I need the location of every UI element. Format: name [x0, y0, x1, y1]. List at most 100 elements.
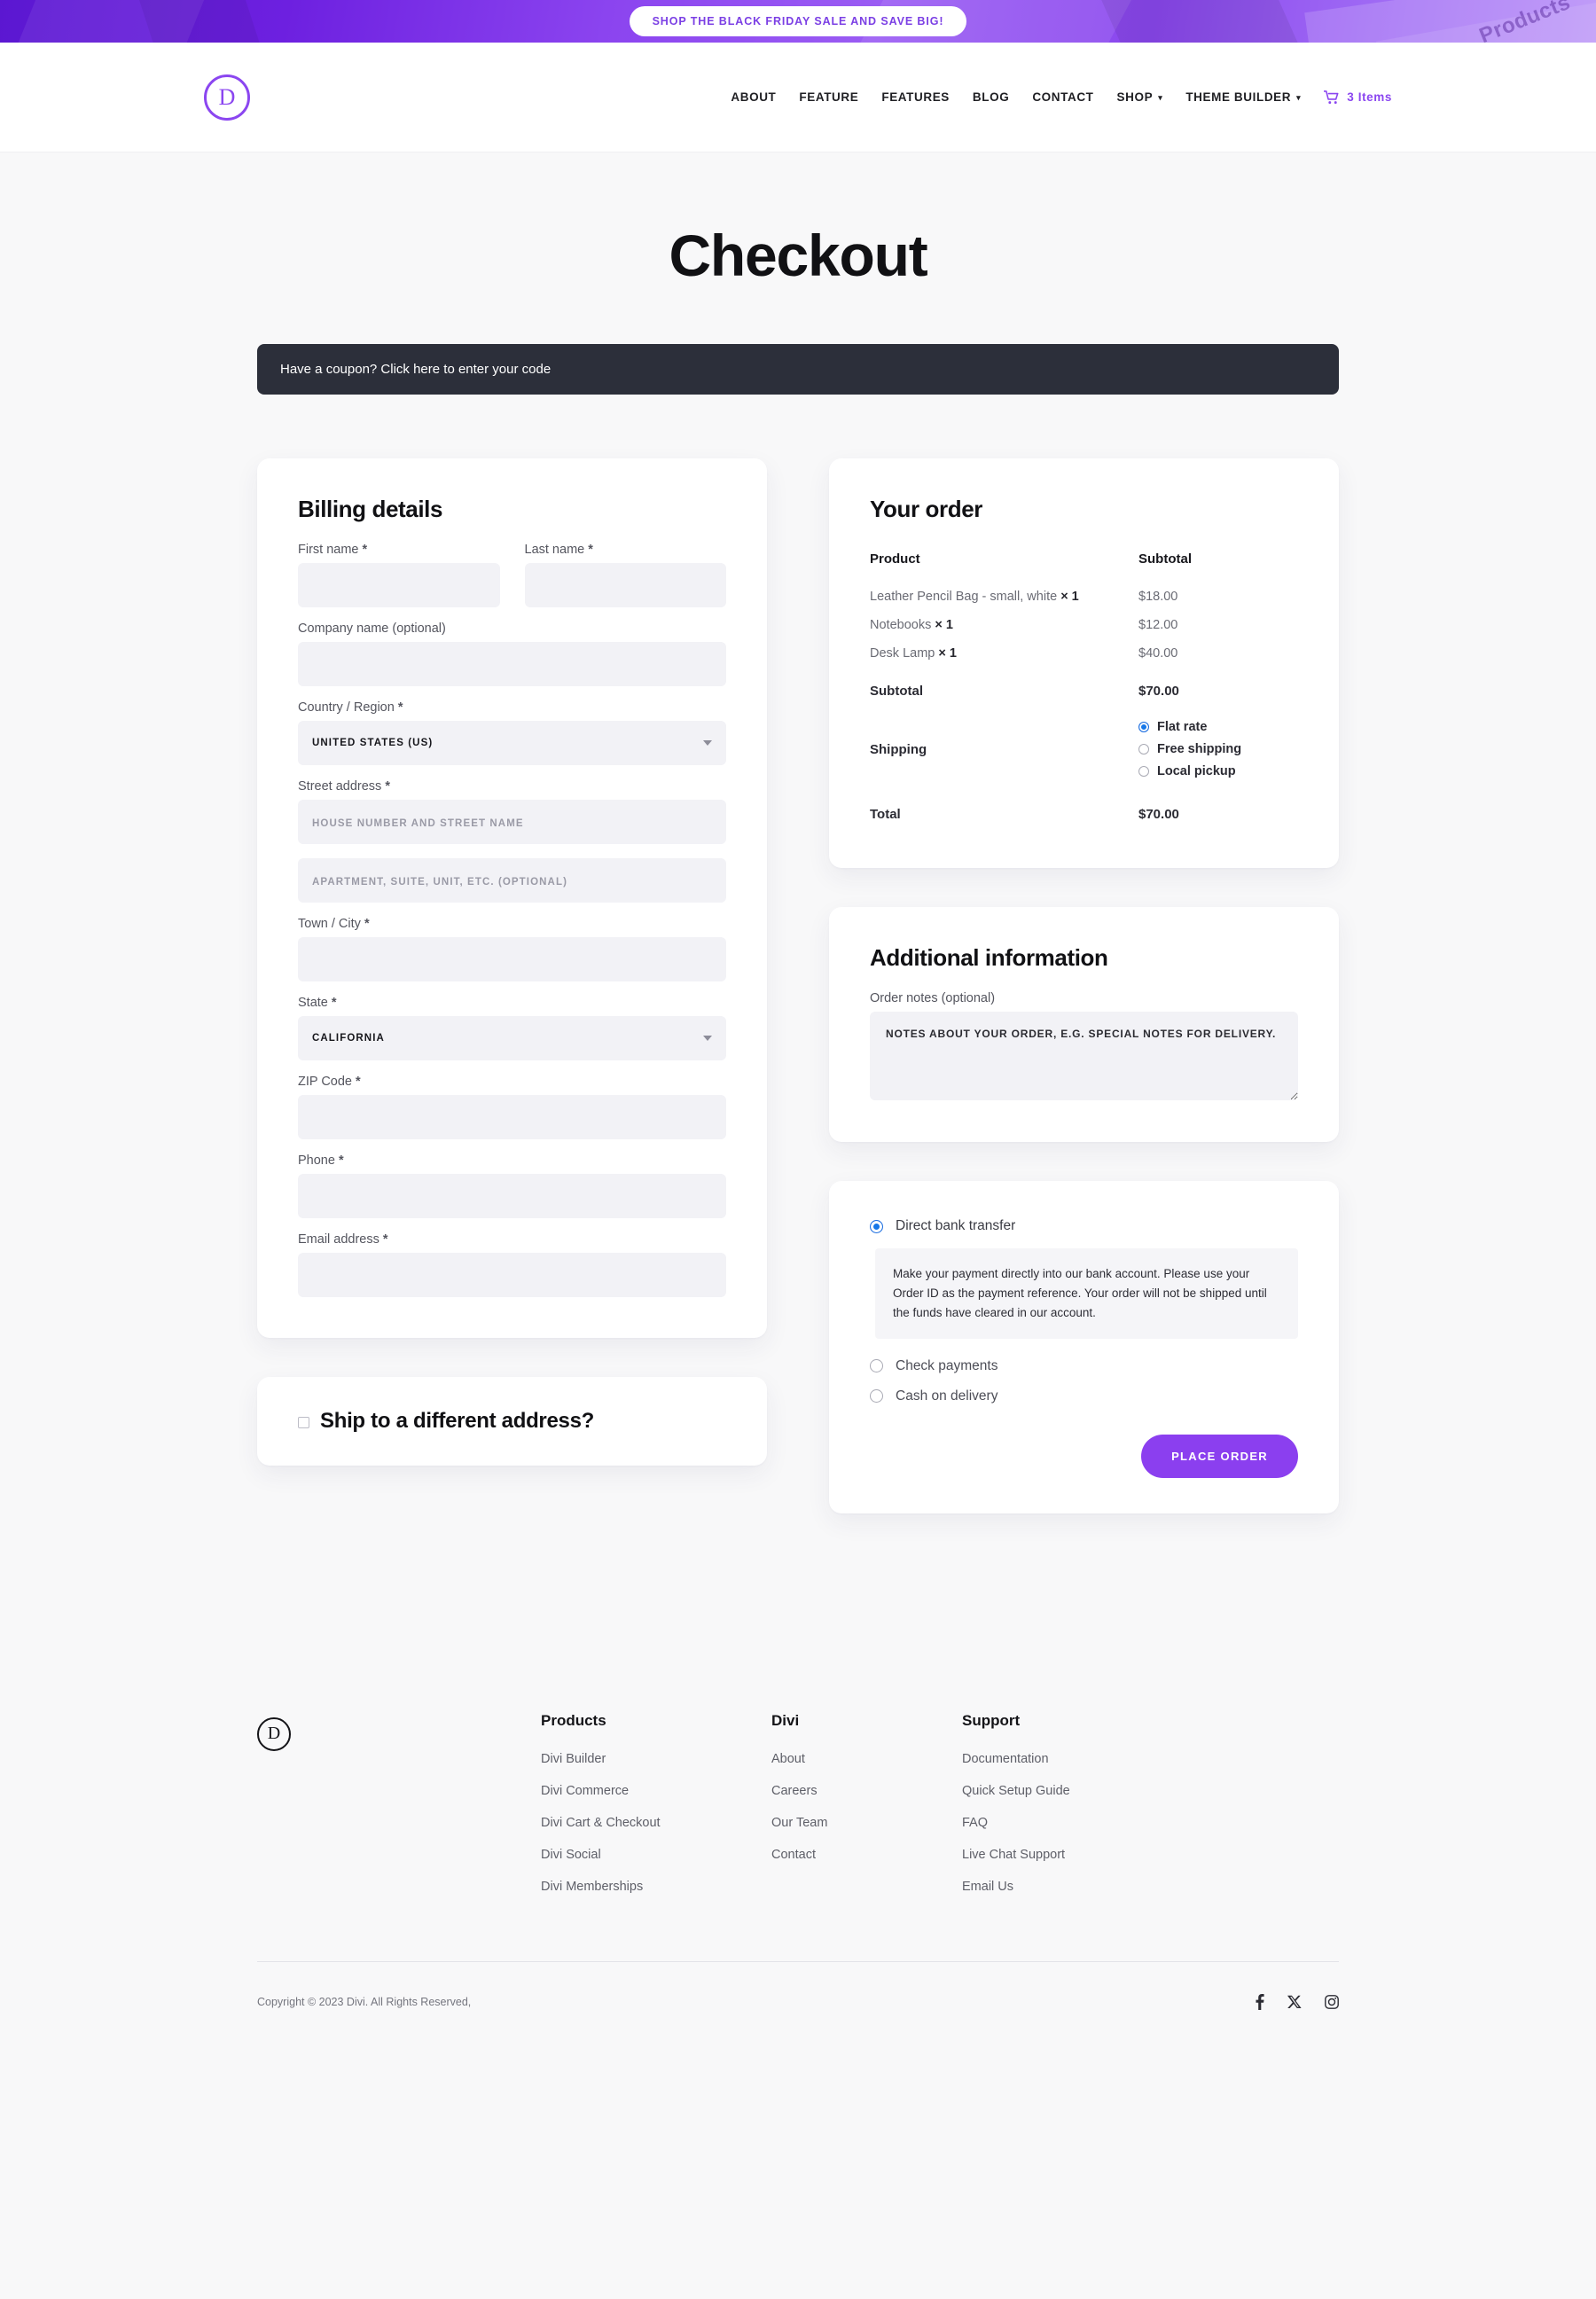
shipping-option-free-shipping[interactable]: Free shipping	[1138, 742, 1298, 756]
required-mark: *	[356, 1075, 361, 1089]
instagram-icon[interactable]	[1325, 1994, 1339, 2009]
page-title: Checkout	[669, 223, 927, 288]
nav-item-shop[interactable]: Shop ▾	[1117, 90, 1163, 104]
facebook-icon[interactable]	[1256, 1993, 1264, 2010]
state-select[interactable]: California	[298, 1016, 726, 1060]
promo-shape-1	[3, 0, 219, 43]
footer-heading-products: Products	[541, 1711, 606, 1729]
nav-item-feature[interactable]: Feature	[799, 90, 858, 104]
payment-option-label: Cash on delivery	[896, 1388, 998, 1404]
footer-divi-logo-icon[interactable]: D	[257, 1716, 291, 1751]
footer-link-divi-social[interactable]: Divi Social	[541, 1848, 771, 1862]
street-address-label: Street address *	[298, 779, 726, 794]
order-item-price: $40.00	[1138, 646, 1178, 661]
footer-link-email-us[interactable]: Email Us	[962, 1880, 1153, 1894]
divi-logo-icon[interactable]: D	[204, 74, 250, 121]
radio-icon[interactable]	[1138, 722, 1149, 732]
footer-link-about[interactable]: About	[771, 1752, 962, 1766]
label-text: First name	[298, 543, 359, 557]
country-field: Country / Region * United States (US)	[298, 700, 726, 765]
additional-information-title: Additional information	[870, 944, 1108, 971]
street-address-2-input[interactable]	[298, 858, 726, 903]
label-text: Last name	[524, 543, 585, 557]
x-twitter-icon[interactable]	[1287, 1995, 1302, 2009]
footer-link-faq[interactable]: FAQ	[962, 1816, 1153, 1830]
phone-input[interactable]	[298, 1174, 726, 1218]
country-select[interactable]: United States (US)	[298, 721, 726, 765]
footer-link-quick-setup-guide[interactable]: Quick Setup Guide	[962, 1784, 1153, 1798]
order-item-price: $12.00	[1138, 618, 1178, 632]
email-label: Email address *	[298, 1232, 726, 1247]
street-address-input[interactable]	[298, 800, 726, 844]
order-item-name: Desk Lamp	[870, 646, 935, 661]
payment-option-check-payments[interactable]: Check payments	[870, 1358, 1298, 1374]
footer-link-live-chat-support[interactable]: Live Chat Support	[962, 1848, 1153, 1862]
required-mark: *	[338, 1153, 344, 1168]
footer-heading-support: Support	[962, 1711, 1021, 1729]
ship-different-address-toggle[interactable]: Ship to a different address?	[298, 1409, 594, 1434]
nav-label: Contact	[1032, 90, 1094, 104]
promo-banner: Products Shop the Black Friday Sale and …	[0, 0, 1596, 43]
order-column: Your order Product Subtotal Leather Penc…	[829, 458, 1339, 1552]
nav-item-features[interactable]: Features	[881, 90, 950, 104]
column-header-product: Product	[870, 551, 920, 567]
payment-methods-card: Direct bank transfer Make your payment d…	[829, 1181, 1339, 1513]
last-name-input[interactable]	[524, 563, 726, 607]
shipping-option-local-pickup[interactable]: Local pickup	[1138, 764, 1298, 778]
first-name-label: First name *	[298, 543, 500, 557]
checkbox-icon[interactable]	[298, 1416, 309, 1428]
footer-link-careers[interactable]: Careers	[771, 1784, 962, 1798]
shipping-option-flat-rate[interactable]: Flat rate	[1138, 720, 1298, 734]
nav-item-theme-builder[interactable]: Theme Builder ▾	[1185, 90, 1301, 104]
order-shipping-row: Shipping Flat rate Free shipping Local p…	[870, 708, 1298, 791]
ship-different-address-card: Ship to a different address?	[257, 1377, 767, 1466]
header-inner: D About Feature Features Blog Contact Sh…	[204, 74, 1392, 121]
footer-columns: D Products Divi Builder Divi Commerce Di…	[257, 1712, 1339, 1961]
radio-icon[interactable]	[1138, 766, 1149, 777]
order-subtotal-row: Subtotal $70.00	[870, 668, 1298, 708]
table-row: Notebooks × 1 $12.00	[870, 611, 1298, 639]
billing-details-title: Billing details	[298, 496, 443, 522]
footer-link-contact[interactable]: Contact	[771, 1848, 962, 1862]
nav-item-blog[interactable]: Blog	[973, 90, 1009, 104]
nav-item-contact[interactable]: Contact	[1032, 90, 1093, 104]
order-notes-textarea[interactable]	[870, 1012, 1298, 1100]
social-links	[1256, 1993, 1339, 2010]
zip-input[interactable]	[298, 1095, 726, 1139]
black-friday-promo-button[interactable]: Shop the Black Friday Sale and Save Big!	[629, 6, 967, 36]
cart-link[interactable]: 3 Items	[1323, 90, 1392, 105]
payment-option-label: Direct bank transfer	[896, 1218, 1016, 1233]
first-name-input[interactable]	[298, 563, 500, 607]
order-item-name-cell: Desk Lamp × 1	[870, 639, 1138, 668]
required-mark: *	[362, 543, 368, 557]
first-name-field: First name *	[298, 543, 500, 607]
order-item-name: Leather Pencil Bag - small, white	[870, 590, 1058, 604]
place-order-button[interactable]: Place order	[1141, 1434, 1298, 1478]
bank-transfer-description: Make your payment directly into our bank…	[875, 1248, 1298, 1339]
order-item-name: Notebooks	[870, 618, 932, 632]
footer-link-our-team[interactable]: Our Team	[771, 1816, 962, 1830]
shipping-option-label: Local pickup	[1157, 764, 1236, 778]
footer-bottom: Copyright © 2023 Divi. All Rights Reserv…	[257, 1962, 1339, 2056]
footer-brand: D	[257, 1712, 541, 1912]
coupon-toggle-bar[interactable]: Have a coupon? Click here to enter your …	[257, 344, 1339, 395]
page-container: Checkout Have a coupon? Click here to en…	[257, 152, 1339, 1641]
footer-link-documentation[interactable]: Documentation	[962, 1752, 1153, 1766]
email-input[interactable]	[298, 1253, 726, 1297]
footer-link-divi-commerce[interactable]: Divi Commerce	[541, 1784, 771, 1798]
footer-link-divi-cart-checkout[interactable]: Divi Cart & Checkout	[541, 1816, 771, 1830]
last-name-label: Last name *	[525, 543, 727, 557]
footer-link-divi-builder[interactable]: Divi Builder	[541, 1752, 771, 1766]
company-input[interactable]	[298, 642, 726, 686]
footer-link-divi-memberships[interactable]: Divi Memberships	[541, 1880, 771, 1894]
radio-icon[interactable]	[870, 1219, 883, 1233]
nav-item-about[interactable]: About	[731, 90, 776, 104]
radio-icon[interactable]	[1138, 744, 1149, 755]
radio-icon[interactable]	[870, 1359, 883, 1373]
footer-heading-divi: Divi	[771, 1711, 800, 1729]
city-input[interactable]	[298, 937, 726, 981]
radio-icon[interactable]	[870, 1389, 883, 1404]
copyright-text: Copyright © 2023 Divi. All Rights Reserv…	[257, 1995, 472, 2008]
payment-option-cash-on-delivery[interactable]: Cash on delivery	[870, 1388, 1298, 1404]
payment-option-direct-bank-transfer[interactable]: Direct bank transfer	[870, 1218, 1298, 1234]
